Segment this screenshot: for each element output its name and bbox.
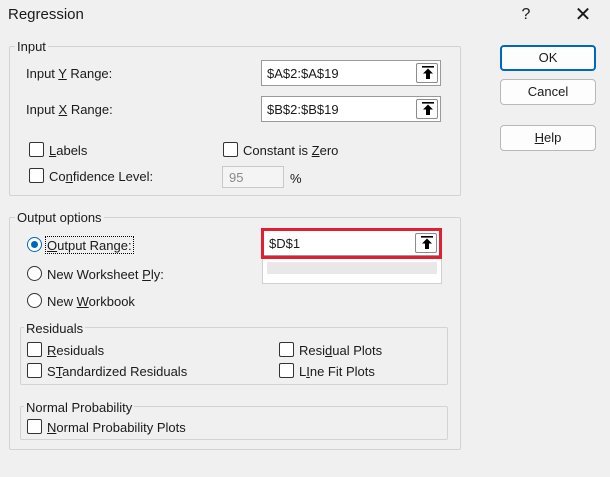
residual-plots-label[interactable]: Residual Plots — [299, 343, 382, 358]
label-accel: P — [142, 267, 151, 282]
ok-button[interactable]: OK — [500, 45, 596, 71]
highlight-box — [261, 228, 442, 259]
label-accel: W — [76, 294, 89, 309]
input-y-range-value[interactable]: $A$2:$A$19 — [267, 66, 339, 81]
label-text: Input — [26, 102, 59, 117]
label-accel: X — [58, 102, 68, 117]
label-text: orkbook — [88, 294, 135, 309]
constant-zero-label[interactable]: Constant is Zero — [243, 143, 338, 158]
label-text: S — [47, 364, 56, 379]
label-text: fidence Level: — [72, 169, 154, 184]
residual-plots-checkbox[interactable] — [279, 342, 294, 357]
new-worksheet-label[interactable]: New Worksheet Ply: — [47, 267, 164, 282]
close-icon[interactable]: ✕ — [568, 3, 598, 27]
normal-probability-legend: Normal Probability — [24, 400, 135, 415]
labels-label[interactable]: Labels — [49, 143, 87, 158]
label-text: ormal Probability Plots — [56, 420, 186, 435]
input-legend: Input — [15, 39, 48, 54]
label-text: Range: — [66, 66, 113, 81]
label-text: Co — [49, 169, 66, 184]
output-range-radio[interactable] — [27, 237, 42, 252]
input-x-range-label: Input X Range: — [26, 102, 113, 117]
percent-label: % — [290, 171, 302, 186]
input-x-range-value[interactable]: $B$2:$B$19 — [267, 102, 339, 117]
residuals-legend: Residuals — [24, 321, 86, 336]
label-accel: N — [47, 420, 57, 435]
label-text: utput Range: — [57, 238, 132, 253]
label-text: ual Plots — [332, 343, 383, 358]
label-text: ne Fit Plots — [309, 364, 375, 379]
confidence-level-checkbox[interactable] — [29, 168, 44, 183]
label-accel: Z — [311, 143, 320, 158]
residuals-label[interactable]: Residuals — [47, 343, 104, 358]
label-text: New Worksheet — [47, 267, 143, 282]
label-text: Input — [26, 66, 59, 81]
label-text: New — [47, 294, 77, 309]
line-fit-plots-checkbox[interactable] — [279, 363, 294, 378]
help-button[interactable]: Help — [500, 125, 596, 151]
cancel-button[interactable]: Cancel — [500, 79, 596, 105]
label-text: ly: — [150, 267, 164, 282]
label-accel: H — [534, 130, 545, 145]
input-y-range-field[interactable]: $A$2:$A$19 — [261, 60, 441, 86]
line-fit-plots-label[interactable]: LIne Fit Plots — [299, 364, 375, 379]
labels-checkbox[interactable] — [29, 142, 44, 157]
label-accel: n — [65, 169, 73, 184]
autocomplete-placeholder — [267, 262, 437, 274]
new-workbook-radio[interactable] — [27, 293, 42, 308]
label-text: elp — [544, 130, 562, 145]
label-text: andardized Residuals — [62, 364, 188, 379]
label-text: Resi — [299, 343, 326, 358]
input-x-range-field[interactable]: $B$2:$B$19 — [261, 96, 441, 122]
confidence-level-label[interactable]: Confidence Level: — [49, 169, 153, 184]
collapse-dialog-button[interactable] — [416, 63, 438, 83]
standardized-residuals-checkbox[interactable] — [27, 363, 42, 378]
output-options-legend: Output options — [15, 210, 104, 225]
help-question-icon[interactable]: ? — [514, 3, 538, 27]
upload-arrow-icon — [422, 66, 434, 79]
normal-probability-plots-checkbox[interactable] — [27, 419, 42, 434]
input-y-range-label: Input Y Range: — [26, 66, 112, 81]
residuals-checkbox[interactable] — [27, 342, 42, 357]
dialog-title: Regression — [8, 6, 84, 23]
output-range-autocomplete — [262, 258, 442, 284]
normal-probability-plots-label[interactable]: Normal Probability Plots — [47, 420, 186, 435]
label-text: abels — [56, 143, 88, 158]
output-range-label[interactable]: Output Range: — [47, 238, 132, 253]
new-workbook-label[interactable]: New Workbook — [47, 294, 135, 309]
label-text: esiduals — [56, 343, 105, 358]
confidence-level-value: 95 — [229, 170, 244, 185]
label-accel: Y — [58, 66, 67, 81]
standardized-residuals-label[interactable]: STandardized Residuals — [47, 364, 187, 379]
label-text: Constant is — [243, 143, 312, 158]
label-accel: O — [47, 238, 58, 253]
title-bar: Regression ? ✕ — [0, 0, 610, 30]
collapse-dialog-button[interactable] — [416, 99, 438, 119]
confidence-level-input[interactable]: 95 — [222, 166, 284, 188]
label-text: ero — [319, 143, 339, 158]
new-worksheet-radio[interactable] — [27, 266, 42, 281]
label-accel: R — [47, 343, 57, 358]
label-text: Range: — [67, 102, 113, 117]
upload-arrow-icon — [422, 102, 434, 115]
constant-zero-checkbox[interactable] — [223, 142, 238, 157]
